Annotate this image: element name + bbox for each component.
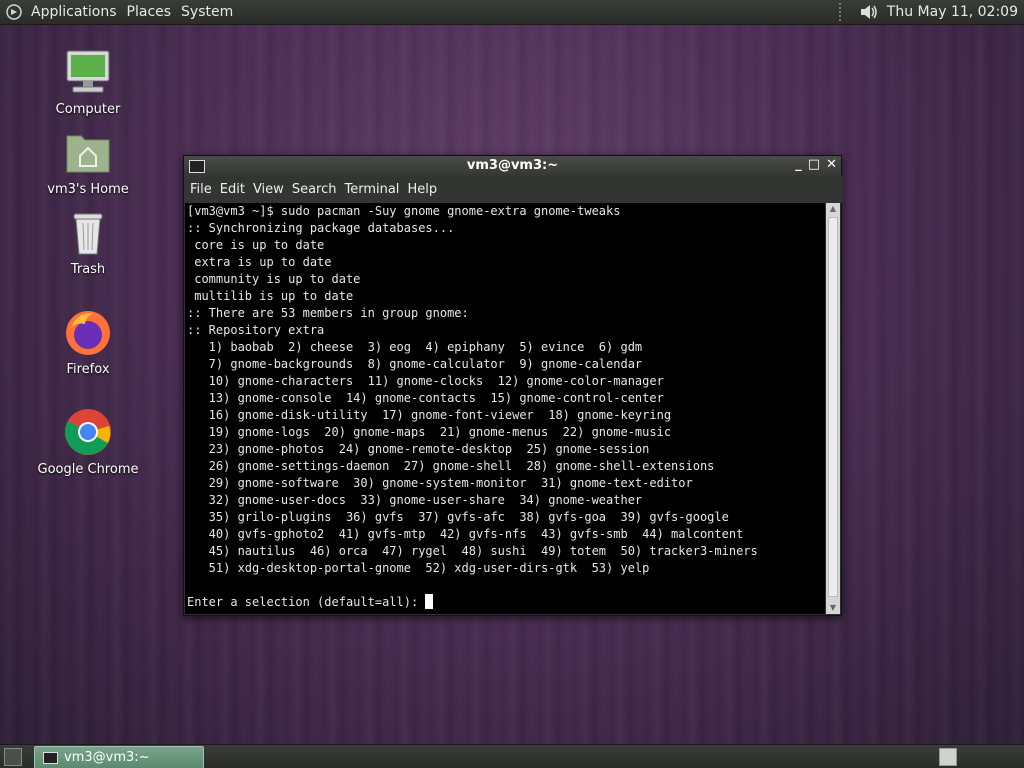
top-panel: Applications Places System Thu May 11, 0… [0,0,1024,25]
top-panel-right: Thu May 11, 02:09 [838,0,1018,24]
trash-icon [73,213,103,255]
close-button[interactable]: ✕ [826,157,837,172]
scroll-down-arrow-icon[interactable]: ▼ [826,602,840,614]
desktop-icon-home[interactable]: vm3's Home [33,128,143,197]
terminal-line: 40) gvfs-gphoto2 41) gvfs-mtp 42) gvfs-n… [187,527,744,541]
terminal-line: 1) baobab 2) cheese 3) eog 4) epiphany 5… [187,340,643,354]
firefox-icon [66,311,110,355]
window-controls: _ □ ✕ [795,157,837,172]
terminal-line: 10) gnome-characters 11) gnome-clocks 12… [187,374,664,388]
applications-menu[interactable]: Applications [26,0,122,24]
menu-edit[interactable]: Edit [216,182,249,197]
bottom-panel: vm3@vm3:~ [0,744,1024,768]
terminal-line: :: Synchronizing package databases... [187,221,455,235]
terminal-line: multilib is up to date [187,289,354,303]
workspace-switcher[interactable] [939,748,957,766]
desktop-icon-label: Trash [70,262,106,277]
places-menu[interactable]: Places [122,0,177,24]
terminal-line: community is up to date [187,272,361,286]
terminal-line: extra is up to date [187,255,332,269]
show-desktop-icon[interactable] [4,748,22,766]
taskbar-window-terminal[interactable]: vm3@vm3:~ [34,746,204,768]
terminal-icon [43,751,58,764]
distro-logo-icon[interactable] [6,4,22,20]
volume-icon[interactable] [859,3,879,21]
terminal-line: :: Repository extra [187,323,325,337]
terminal-line: 23) gnome-photos 24) gnome-remote-deskto… [187,442,650,456]
text-cursor [425,594,434,609]
menu-search[interactable]: Search [288,182,341,197]
window-title: vm3@vm3:~ [466,158,559,173]
desktop-icon-label: Computer [55,102,121,117]
menu-file[interactable]: File [186,182,216,197]
desktop-icon-computer[interactable]: Computer [33,48,143,117]
terminal-text: [vm3@vm3 ~]$ sudo pacman -Suy gnome gnom… [185,203,825,594]
chrome-icon [65,409,111,455]
clock[interactable]: Thu May 11, 02:09 [887,4,1018,20]
desktop-icon-label: Google Chrome [37,462,139,477]
window-titlebar[interactable]: vm3@vm3:~ _ □ ✕ [184,156,841,176]
top-menus: Applications Places System [6,0,238,24]
home-folder-icon [66,135,110,173]
scrollbar-thumb[interactable] [828,217,838,597]
terminal-line: 32) gnome-user-docs 33) gnome-user-share… [187,493,643,507]
panel-handle[interactable] [838,3,851,21]
taskbar-window-label: vm3@vm3:~ [64,750,150,765]
terminal-line: 19) gnome-logs 20) gnome-maps 21) gnome-… [187,425,672,439]
system-menu[interactable]: System [176,0,238,24]
terminal-line: 45) nautilus 46) orca 47) rygel 48) sush… [187,544,758,558]
maximize-button[interactable]: □ [808,157,820,172]
terminal-menubar: File Edit View Search Terminal Help [184,176,843,203]
minimize-button[interactable]: _ [795,157,802,172]
computer-icon [66,50,110,93]
terminal-window[interactable]: vm3@vm3:~ _ □ ✕ File Edit View Search Te… [183,155,843,616]
desktop-icon-firefox[interactable]: Firefox [33,308,143,377]
desktop-icon-chrome[interactable]: Google Chrome [33,408,143,477]
desktop-icon-label: Firefox [66,362,110,377]
terminal-line: 7) gnome-backgrounds 8) gnome-calculator… [187,357,643,371]
scroll-up-arrow-icon[interactable]: ▲ [826,203,840,215]
terminal-line: 29) gnome-software 30) gnome-system-moni… [187,476,693,490]
terminal-line: 51) xdg-desktop-portal-gnome 52) xdg-use… [187,561,650,575]
terminal-prompt-line[interactable]: Enter a selection (default=all): [185,594,825,611]
terminal-line: :: There are 53 members in group gnome: [187,306,469,320]
terminal-line: 35) grilo-plugins 36) gvfs 37) gvfs-afc … [187,510,729,524]
terminal-line: 16) gnome-disk-utility 17) gnome-font-vi… [187,408,672,422]
desktop-icon-label: vm3's Home [47,182,129,197]
terminal-line: [vm3@vm3 ~]$ sudo pacman -Suy gnome gnom… [187,204,621,218]
terminal-output[interactable]: [vm3@vm3 ~]$ sudo pacman -Suy gnome gnom… [185,203,825,614]
terminal-line: 13) gnome-console 14) gnome-contacts 15)… [187,391,664,405]
terminal-scrollbar[interactable]: ▲ ▼ [826,203,840,614]
desktop-icon-trash[interactable]: Trash [33,208,143,277]
menu-help[interactable]: Help [403,182,441,197]
terminal-line: core is up to date [187,238,325,252]
prompt-text: Enter a selection (default=all): [187,595,426,609]
terminal-line: 26) gnome-settings-daemon 27) gnome-shel… [187,459,715,473]
menu-view[interactable]: View [249,182,288,197]
menu-terminal[interactable]: Terminal [340,182,403,197]
